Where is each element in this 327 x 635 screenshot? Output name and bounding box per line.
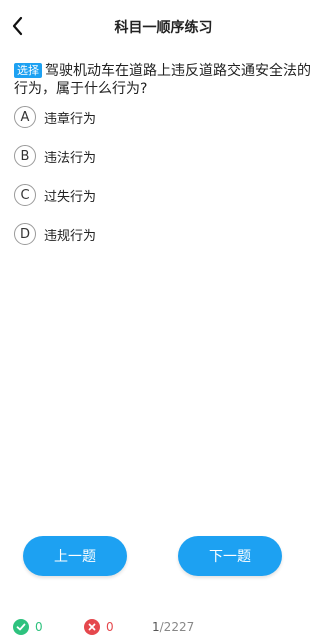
check-icon	[13, 619, 29, 635]
option-letter: D	[14, 223, 36, 245]
option-c[interactable]: C 过失行为	[14, 182, 314, 208]
correct-count: 0	[13, 619, 43, 635]
option-label: 违法行为	[44, 150, 97, 166]
option-a[interactable]: A 违章行为	[14, 104, 314, 130]
header-bar: 科目一顺序练习	[0, 0, 327, 52]
next-question-button[interactable]: 下一题	[178, 536, 282, 576]
option-d[interactable]: D 违规行为	[14, 221, 314, 247]
cross-icon	[84, 619, 100, 635]
option-label: 违规行为	[44, 228, 97, 244]
question: 选择 驾驶机动车在道路上违反道路交通安全法的行为，属于什么行为?	[14, 62, 314, 98]
option-letter: A	[14, 106, 36, 128]
option-label: 过失行为	[44, 189, 97, 205]
correct-count-value: 0	[35, 620, 43, 634]
option-label: 违章行为	[44, 111, 97, 127]
option-letter: C	[14, 184, 36, 206]
question-type-badge: 选择	[14, 63, 42, 78]
option-b[interactable]: B 违法行为	[14, 143, 314, 169]
question-progress[interactable]: 1/2227	[152, 620, 194, 634]
previous-question-button[interactable]: 上一题	[23, 536, 127, 576]
question-text: 驾驶机动车在道路上违反道路交通安全法的行为，属于什么行为?	[14, 63, 311, 97]
option-letter: B	[14, 145, 36, 167]
wrong-count-value: 0	[106, 620, 114, 634]
answer-stats-bar: 0 0 1/2227	[0, 619, 327, 635]
wrong-count: 0	[84, 619, 114, 635]
current-question-number: 1	[152, 620, 160, 634]
options-list: A 违章行为 B 违法行为 C 过失行为 D 违规行为	[14, 104, 314, 260]
page-title: 科目一顺序练习	[114, 20, 213, 36]
total-questions: /2227	[159, 620, 195, 634]
